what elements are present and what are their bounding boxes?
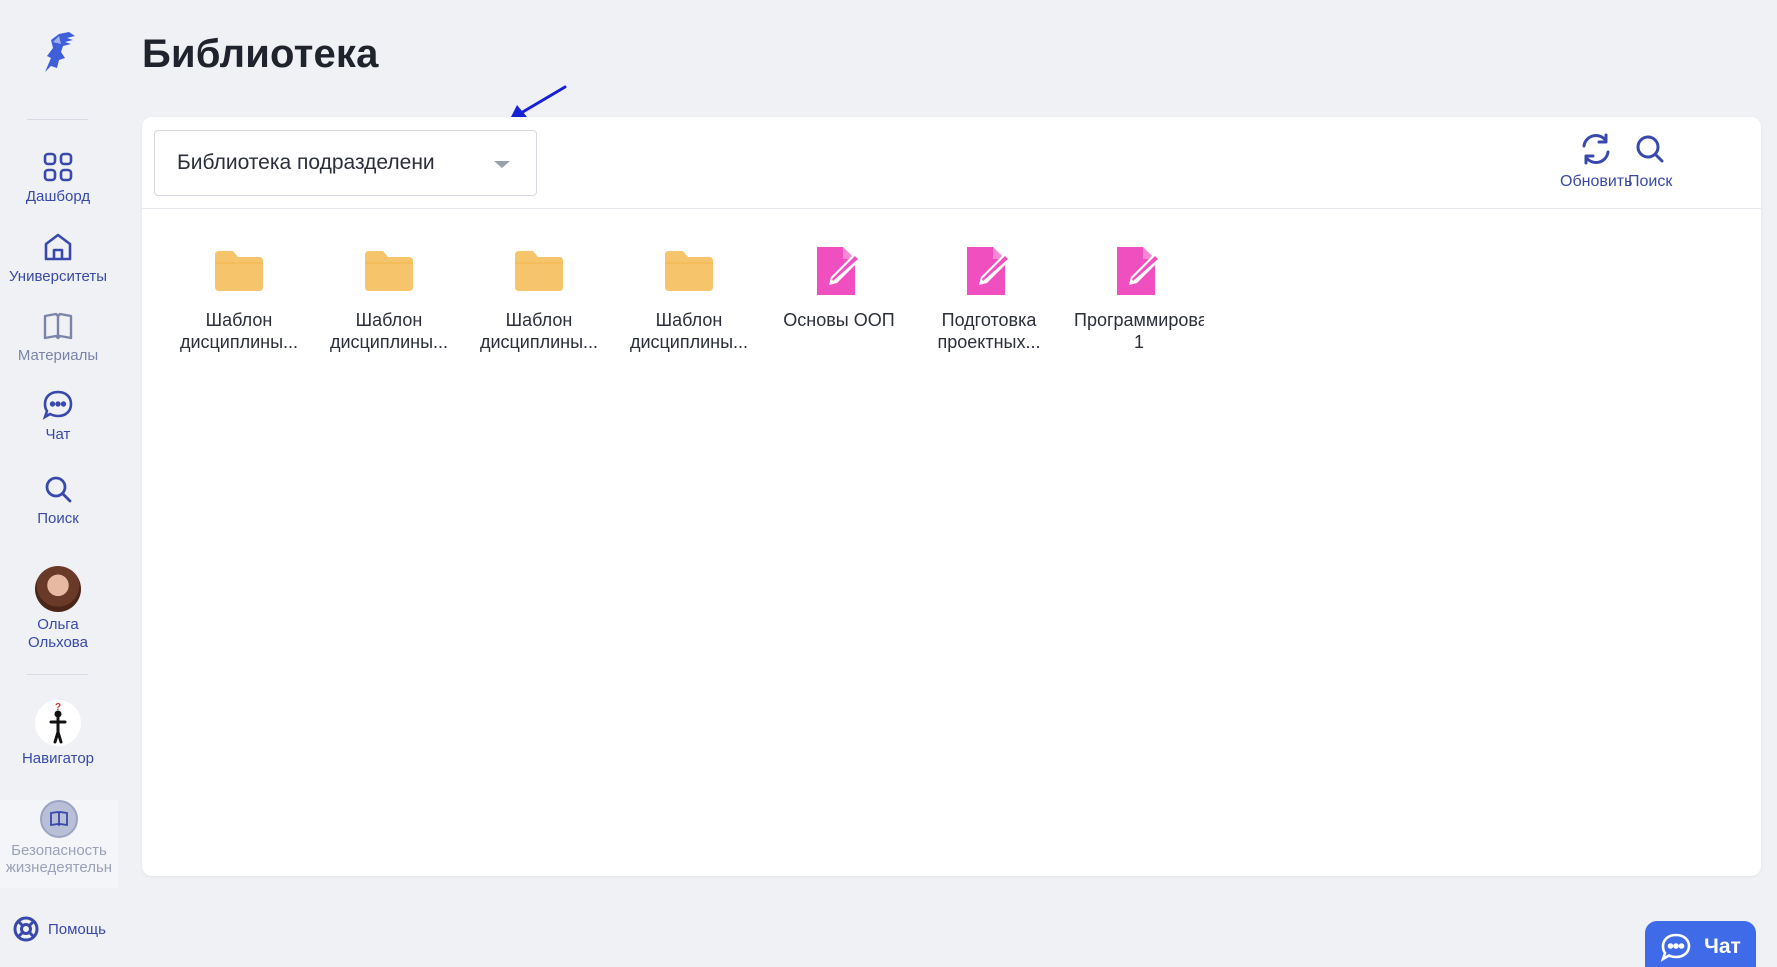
library-item-folder[interactable]: Шаблон дисциплины... [324, 243, 454, 353]
item-name: Шаблон дисциплины... [179, 310, 299, 352]
refresh-label: Обновить [1560, 173, 1633, 190]
item-name: Шаблон дисциплины... [479, 310, 599, 352]
chat-bubble-icon [1660, 933, 1691, 962]
university-icon [44, 233, 72, 261]
library-item-folder[interactable]: Шаблон дисциплины... [624, 243, 754, 353]
library-item-folder[interactable]: Шаблон дисциплины... [474, 243, 604, 353]
help-button[interactable]: Помощь [12, 915, 106, 943]
logo-icon[interactable] [31, 28, 81, 78]
grid-icon [43, 152, 73, 182]
sidebar-item-navigator[interactable]: ? Навигатор [0, 700, 116, 768]
sidebar-item-label: Поиск [37, 510, 79, 527]
sidebar-item-label: Чат [45, 426, 71, 443]
item-name: Шаблон дисциплины... [329, 310, 449, 352]
item-name: Подготовка проектных... [937, 310, 1041, 352]
sidebar-item-dashboard[interactable]: Дашборд [0, 150, 116, 206]
sidebar-item-course[interactable]: Безопасность жизнедеятельн [0, 800, 118, 888]
user-name: Ольга Ольхова [28, 616, 88, 651]
sidebar-item-chat[interactable]: Чат [0, 388, 116, 444]
library-item-document[interactable]: Основы ООП [774, 243, 904, 331]
search-icon [45, 476, 72, 503]
document-edit-icon [967, 247, 1011, 295]
item-name: Программирова 1 [1074, 310, 1204, 352]
document-edit-icon [1117, 247, 1161, 295]
course-label: Безопасность жизнедеятельн [5, 842, 113, 876]
lifebuoy-icon [13, 916, 39, 942]
avatar [35, 566, 81, 612]
library-item-document[interactable]: Подготовка проектных... [924, 243, 1054, 353]
page-title: Библиотека [142, 32, 379, 76]
item-name: Основы ООП [783, 310, 895, 330]
sidebar-item-label: Материалы [17, 347, 99, 364]
folder-icon [365, 251, 413, 291]
library-select[interactable]: Библиотека подразделени [154, 130, 537, 196]
folder-icon [665, 251, 713, 291]
library-toolbar: Библиотека подразделени Обновить Поиск [142, 117, 1761, 209]
chat-fab-button[interactable]: Чат [1645, 921, 1756, 967]
sidebar-item-search[interactable]: Поиск [0, 472, 116, 528]
sidebar-item-label: Дашборд [25, 188, 91, 205]
sidebar-item-label: Навигатор [21, 750, 95, 767]
sidebar-divider [27, 119, 88, 120]
sidebar-item-label: Университеты [8, 268, 108, 285]
search-button[interactable]: Поиск [1628, 131, 1672, 191]
library-item-document[interactable]: Программирова 1 [1074, 243, 1204, 353]
library-card: Библиотека подразделени Обновить Поиск Ш… [142, 117, 1761, 876]
library-item-folder[interactable]: Шаблон дисциплины... [174, 243, 304, 353]
folder-icon [515, 251, 563, 291]
chat-fab-label: Чат [1704, 935, 1741, 958]
chevron-down-icon [494, 161, 510, 168]
sidebar-item-universities[interactable]: Университеты [0, 230, 116, 286]
document-edit-icon [817, 247, 861, 295]
library-select-value: Библиотека подразделени [177, 151, 435, 174]
folder-icon [215, 251, 263, 291]
refresh-button[interactable]: Обновить [1560, 131, 1632, 191]
sidebar-item-profile[interactable]: Ольга Ольхова [0, 566, 116, 652]
search-icon [1636, 135, 1664, 163]
navigator-icon: ? [35, 700, 81, 746]
sidebar-item-materials[interactable]: Материалы [0, 309, 116, 365]
book-icon [43, 312, 73, 340]
chat-icon [42, 390, 73, 420]
course-book-icon [40, 800, 78, 838]
help-label: Помощь [48, 920, 106, 938]
search-label: Поиск [1628, 173, 1673, 190]
item-name: Шаблон дисциплины... [629, 310, 749, 352]
refresh-icon [1582, 133, 1610, 165]
sidebar-divider [27, 674, 88, 675]
sidebar: Дашборд Университеты Материалы Чат Поиск… [0, 0, 118, 967]
